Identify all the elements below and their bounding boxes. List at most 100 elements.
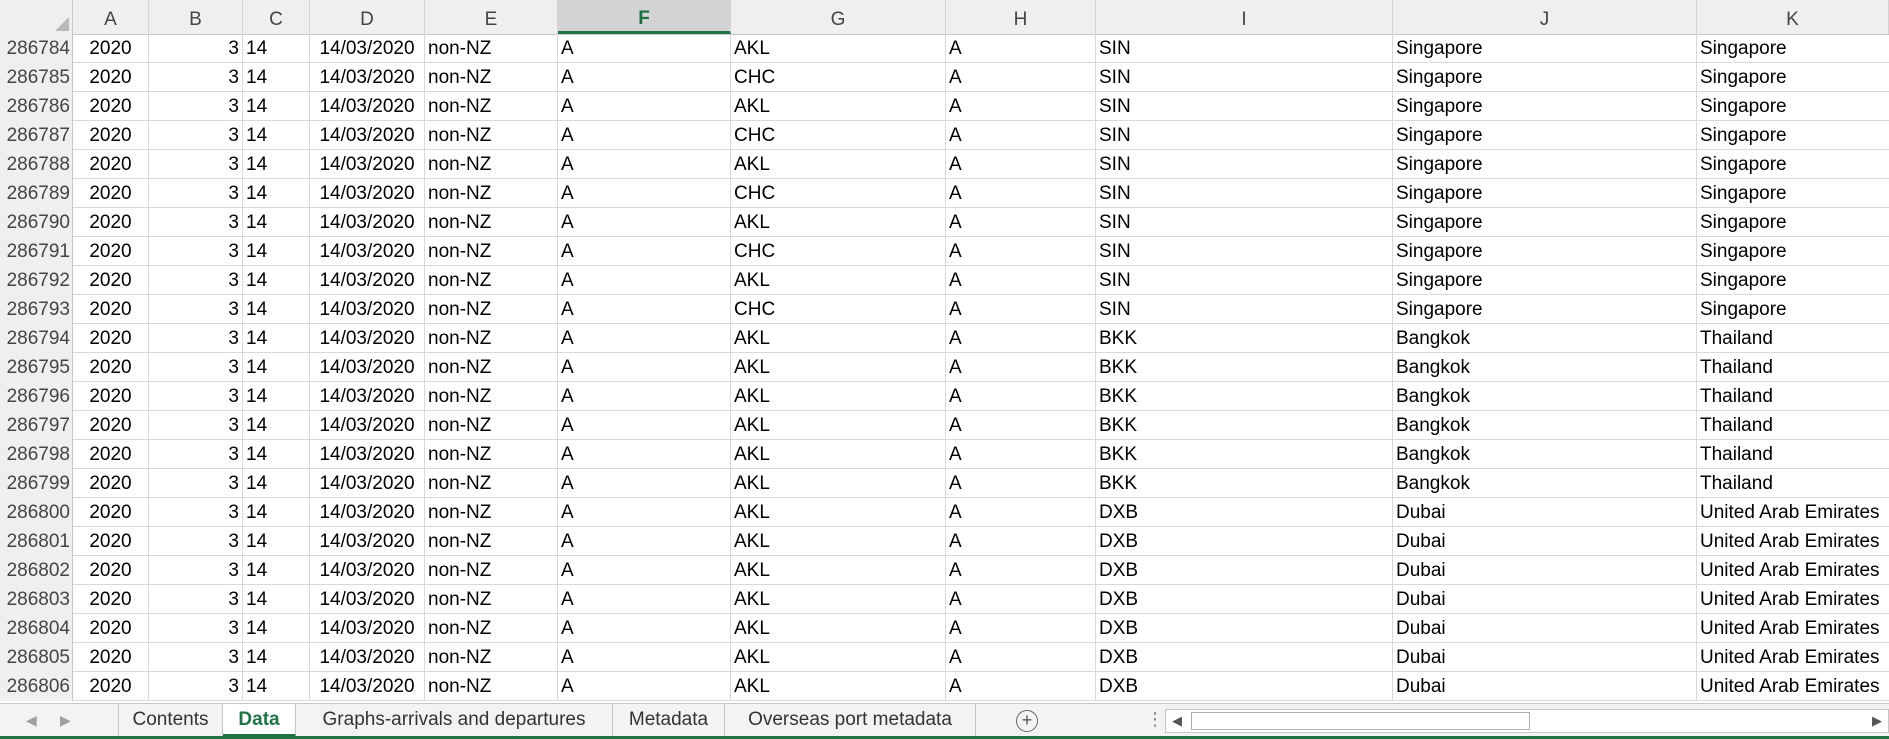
column-header-j[interactable]: J <box>1393 0 1697 34</box>
cell-j[interactable]: Dubai <box>1393 527 1697 555</box>
row-header[interactable]: 286793 <box>0 295 73 324</box>
cell-b[interactable]: 3 <box>149 498 243 526</box>
cell-k[interactable]: United Arab Emirates <box>1697 672 1889 700</box>
cell-f[interactable]: A <box>558 63 731 91</box>
cell-b[interactable]: 3 <box>149 121 243 149</box>
cell-a[interactable]: 2020 <box>73 672 149 700</box>
cell-d[interactable]: 14/03/2020 <box>310 527 425 555</box>
row-header[interactable]: 286784 <box>0 34 73 63</box>
cell-c[interactable]: 14 <box>243 237 310 265</box>
cell-e[interactable]: non-NZ <box>425 324 558 352</box>
cell-h[interactable]: A <box>946 382 1096 410</box>
cell-f[interactable]: A <box>558 527 731 555</box>
cell-f[interactable]: A <box>558 411 731 439</box>
row-header[interactable]: 286802 <box>0 556 73 585</box>
scrollbar-thumb[interactable] <box>1191 712 1530 730</box>
cell-e[interactable]: non-NZ <box>425 63 558 91</box>
column-header-e[interactable]: E <box>425 0 558 34</box>
cell-k[interactable]: United Arab Emirates <box>1697 614 1889 642</box>
cell-f[interactable]: A <box>558 92 731 120</box>
cell-c[interactable]: 14 <box>243 411 310 439</box>
cell-f[interactable]: A <box>558 295 731 323</box>
cell-i[interactable]: DXB <box>1096 556 1393 584</box>
cell-f[interactable]: A <box>558 34 731 62</box>
cell-i[interactable]: DXB <box>1096 585 1393 613</box>
cell-c[interactable]: 14 <box>243 121 310 149</box>
cell-e[interactable]: non-NZ <box>425 92 558 120</box>
cell-j[interactable]: Singapore <box>1393 208 1697 236</box>
row-header[interactable]: 286791 <box>0 237 73 266</box>
cell-f[interactable]: A <box>558 672 731 700</box>
cell-j[interactable]: Singapore <box>1393 179 1697 207</box>
cell-b[interactable]: 3 <box>149 440 243 468</box>
cell-j[interactable]: Singapore <box>1393 266 1697 294</box>
cell-a[interactable]: 2020 <box>73 614 149 642</box>
cell-d[interactable]: 14/03/2020 <box>310 353 425 381</box>
column-header-f[interactable]: F <box>558 0 731 34</box>
cell-a[interactable]: 2020 <box>73 324 149 352</box>
cell-j[interactable]: Singapore <box>1393 121 1697 149</box>
cell-k[interactable]: Thailand <box>1697 324 1889 352</box>
column-header-g[interactable]: G <box>731 0 946 34</box>
sheet-tab-overseas-port-metadata[interactable]: Overseas port metadata <box>725 704 976 737</box>
cell-g[interactable]: AKL <box>731 556 946 584</box>
cell-i[interactable]: DXB <box>1096 527 1393 555</box>
cell-g[interactable]: AKL <box>731 585 946 613</box>
cell-k[interactable]: Thailand <box>1697 382 1889 410</box>
cell-g[interactable]: AKL <box>731 440 946 468</box>
cell-f[interactable]: A <box>558 469 731 497</box>
cell-a[interactable]: 2020 <box>73 121 149 149</box>
column-header-c[interactable]: C <box>243 0 310 34</box>
cell-c[interactable]: 14 <box>243 382 310 410</box>
cell-g[interactable]: CHC <box>731 179 946 207</box>
cell-d[interactable]: 14/03/2020 <box>310 63 425 91</box>
cell-i[interactable]: BKK <box>1096 440 1393 468</box>
cell-k[interactable]: United Arab Emirates <box>1697 585 1889 613</box>
cell-k[interactable]: Singapore <box>1697 208 1889 236</box>
cell-h[interactable]: A <box>946 353 1096 381</box>
cell-i[interactable]: BKK <box>1096 382 1393 410</box>
cell-e[interactable]: non-NZ <box>425 614 558 642</box>
cell-h[interactable]: A <box>946 585 1096 613</box>
cell-h[interactable]: A <box>946 121 1096 149</box>
cell-i[interactable]: SIN <box>1096 208 1393 236</box>
cell-f[interactable]: A <box>558 237 731 265</box>
cell-e[interactable]: non-NZ <box>425 179 558 207</box>
cell-b[interactable]: 3 <box>149 324 243 352</box>
cell-b[interactable]: 3 <box>149 411 243 439</box>
cell-d[interactable]: 14/03/2020 <box>310 266 425 294</box>
row-header[interactable]: 286801 <box>0 527 73 556</box>
cell-j[interactable]: Bangkok <box>1393 440 1697 468</box>
column-header-a[interactable]: A <box>73 0 149 34</box>
cell-c[interactable]: 14 <box>243 34 310 62</box>
row-header[interactable]: 286796 <box>0 382 73 411</box>
cell-g[interactable]: AKL <box>731 643 946 671</box>
cell-a[interactable]: 2020 <box>73 382 149 410</box>
cell-e[interactable]: non-NZ <box>425 237 558 265</box>
cell-h[interactable]: A <box>946 237 1096 265</box>
cell-g[interactable]: AKL <box>731 614 946 642</box>
cell-j[interactable]: Singapore <box>1393 92 1697 120</box>
chevron-left-icon[interactable]: ◀ <box>26 712 37 729</box>
cell-a[interactable]: 2020 <box>73 150 149 178</box>
cell-a[interactable]: 2020 <box>73 643 149 671</box>
cell-d[interactable]: 14/03/2020 <box>310 237 425 265</box>
cell-g[interactable]: AKL <box>731 382 946 410</box>
cell-g[interactable]: CHC <box>731 121 946 149</box>
cell-e[interactable]: non-NZ <box>425 469 558 497</box>
cell-e[interactable]: non-NZ <box>425 411 558 439</box>
cell-j[interactable]: Singapore <box>1393 150 1697 178</box>
cell-d[interactable]: 14/03/2020 <box>310 585 425 613</box>
cell-k[interactable]: Singapore <box>1697 121 1889 149</box>
cell-h[interactable]: A <box>946 179 1096 207</box>
cell-b[interactable]: 3 <box>149 643 243 671</box>
cell-d[interactable]: 14/03/2020 <box>310 643 425 671</box>
cell-a[interactable]: 2020 <box>73 208 149 236</box>
row-header[interactable]: 286799 <box>0 469 73 498</box>
row-header[interactable]: 286789 <box>0 179 73 208</box>
cell-d[interactable]: 14/03/2020 <box>310 556 425 584</box>
chevron-right-icon[interactable]: ▶ <box>60 712 71 729</box>
cell-k[interactable]: Thailand <box>1697 469 1889 497</box>
cell-b[interactable]: 3 <box>149 34 243 62</box>
row-header[interactable]: 286797 <box>0 411 73 440</box>
